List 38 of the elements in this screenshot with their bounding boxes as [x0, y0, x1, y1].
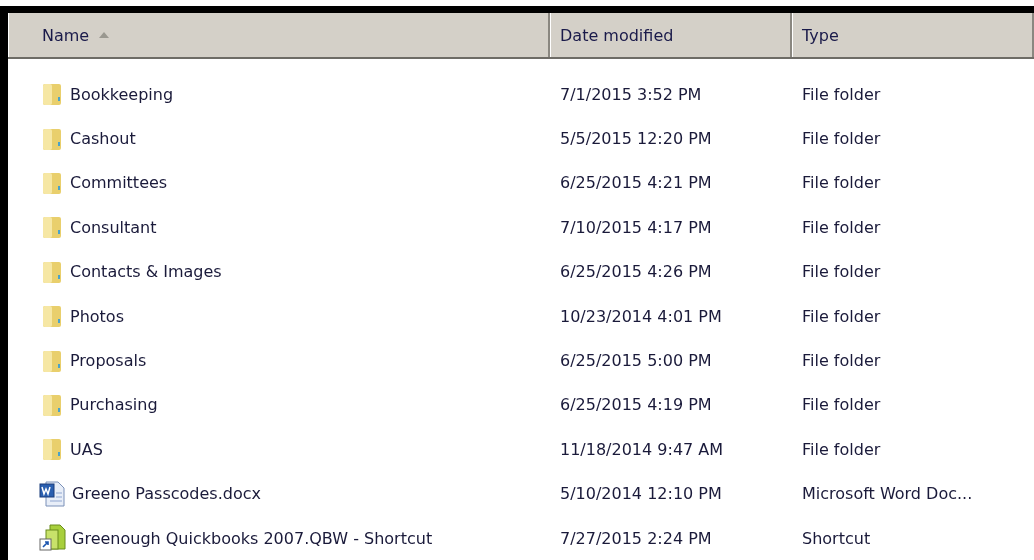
- date-modified: 7/1/2015 3:52 PM: [560, 84, 702, 104]
- file-name[interactable]: Greeno Passcodes.docx: [72, 484, 261, 504]
- date-modified: 6/25/2015 4:21 PM: [560, 173, 712, 193]
- file-name[interactable]: Photos: [70, 306, 124, 326]
- file-type: Microsoft Word Doc...: [802, 484, 973, 504]
- date-modified: 11/18/2014 9:47 AM: [560, 439, 724, 459]
- file-type: File folder: [802, 129, 881, 149]
- file-type: Shortcut: [802, 528, 871, 548]
- date-modified: 6/25/2015 5:00 PM: [560, 351, 712, 371]
- file-name[interactable]: Cashout: [70, 129, 136, 149]
- word-document-icon: [38, 478, 68, 509]
- date-modified: 6/25/2015 4:19 PM: [560, 395, 712, 415]
- file-type: File folder: [802, 217, 881, 237]
- column-header[interactable]: Name: [8, 13, 550, 57]
- file-name[interactable]: Greenough Quickbooks 2007.QBW - Shortcut: [72, 528, 433, 548]
- file-type: File folder: [802, 173, 881, 193]
- file-type: File folder: [802, 262, 881, 282]
- shortcut-file-icon: [38, 523, 68, 554]
- date-modified: 5/10/2014 12:10 PM: [560, 484, 722, 504]
- file-type: File folder: [802, 306, 881, 326]
- column-header[interactable]: Date modified: [550, 13, 792, 57]
- date-modified: 6/25/2015 4:26 PM: [560, 262, 712, 282]
- date-modified: 7/27/2015 2:24 PM: [560, 528, 712, 548]
- file-name[interactable]: Committees: [70, 173, 168, 193]
- file-name[interactable]: Contacts & Images: [70, 262, 222, 282]
- file-name[interactable]: Consultant: [70, 217, 157, 237]
- date-modified: 10/23/2014 4:01 PM: [560, 306, 722, 326]
- file-type: File folder: [802, 439, 881, 459]
- date-modified: 5/5/2015 12:20 PM: [560, 129, 712, 149]
- file-type: File folder: [802, 351, 881, 371]
- file-name[interactable]: Purchasing: [70, 395, 158, 415]
- column-header[interactable]: Type: [792, 13, 1034, 57]
- file-type: File folder: [802, 84, 881, 104]
- file-name[interactable]: UAS: [70, 439, 103, 459]
- file-name[interactable]: Bookkeeping: [70, 84, 174, 104]
- date-modified: 7/10/2015 4:17 PM: [560, 217, 712, 237]
- file-type: File folder: [802, 395, 881, 415]
- file-name[interactable]: Proposals: [70, 351, 147, 371]
